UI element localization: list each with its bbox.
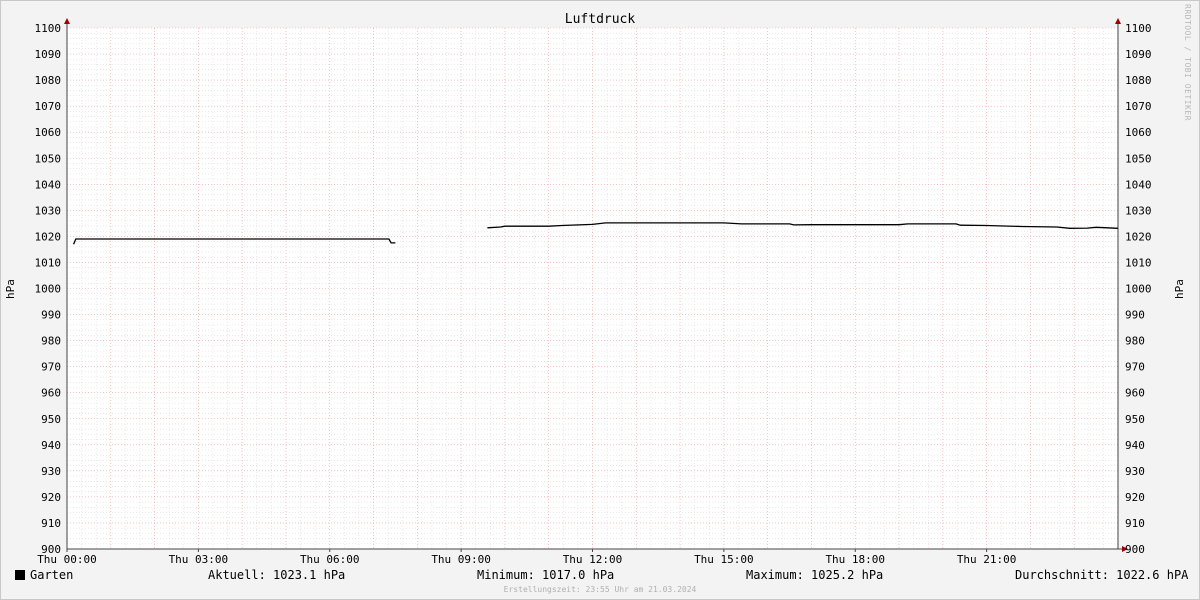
x-tick-label: Thu 15:00	[694, 553, 754, 566]
y-tick-labels-left: 9009109209309409509609709809901000101010…	[35, 22, 62, 556]
y-tick-label: 910	[1125, 517, 1145, 530]
x-tick-label: Thu 18:00	[825, 553, 885, 566]
y-tick-label: 1040	[35, 178, 62, 191]
y-tick-label: 950	[41, 413, 61, 426]
y-tick-label: 960	[41, 387, 61, 400]
y-tick-label: 1090	[1125, 48, 1152, 61]
y-tick-labels-right: 900 910 920 930 940 950 960 970 980 990 1000 1010 10…	[1125, 22, 1152, 556]
y-tick-label: 1060	[1125, 126, 1152, 139]
y-tick-label: 910	[41, 517, 61, 530]
y-tick-label: 1030	[1125, 204, 1152, 217]
y-tick-label: 1100	[35, 22, 62, 35]
x-tick-label: Thu 00:00	[37, 553, 97, 566]
legend-current: Aktuell: 1023.1 hPa	[208, 568, 346, 582]
legend-maximum: Maximum: 1025.2 hPa	[746, 568, 884, 582]
watermark: RRDTOOL / TOBI OETIKER	[1183, 4, 1192, 121]
y-axis-label-right: hPa	[1173, 279, 1186, 299]
y-tick-label: 940	[41, 439, 61, 452]
y-tick-label: 920	[1125, 491, 1145, 504]
y-axis-arrow-right	[1115, 18, 1121, 24]
y-tick-label: 1080	[35, 74, 62, 87]
x-tick-label: Thu 12:00	[563, 553, 623, 566]
y-tick-label: 1000	[35, 283, 62, 296]
y-tick-label: 1060	[35, 126, 62, 139]
y-tick-label: 970	[41, 361, 61, 374]
y-tick-label: 1050	[35, 152, 62, 165]
x-tick-label: Thu 21:00	[957, 553, 1017, 566]
y-axis-arrow-left	[64, 18, 70, 24]
legend-series-name: Garten	[30, 568, 74, 582]
x-tick-label: Thu 09:00	[431, 553, 491, 566]
legend-swatch	[15, 570, 25, 580]
y-tick-label: 1090	[35, 48, 62, 61]
y-tick-label: 1040	[1125, 178, 1152, 191]
y-tick-label: 1020	[35, 230, 62, 243]
y-tick-label: 1050	[1125, 152, 1152, 165]
y-tick-label: 980	[1125, 335, 1145, 348]
y-tick-label: 930	[1125, 465, 1145, 478]
y-tick-label: 960	[1125, 387, 1145, 400]
y-tick-label: 1030	[35, 204, 62, 217]
y-tick-label: 1100	[1125, 22, 1152, 35]
y-tick-label: 990	[1125, 309, 1145, 322]
y-tick-label: 1070	[1125, 100, 1152, 113]
pressure-chart: 900 910 920 930 940 950 960 970 980 990 1000 1010 10…	[4, 12, 1186, 566]
legend-minimum: Minimum: 1017.0 hPa	[477, 568, 615, 582]
y-tick-label: 940	[1125, 439, 1145, 452]
y-tick-label: 980	[41, 335, 61, 348]
y-tick-label: 1000	[1125, 283, 1152, 296]
x-tick-label: Thu 06:00	[300, 553, 360, 566]
y-tick-label: 1010	[35, 256, 62, 269]
y-tick-label: 900	[1125, 543, 1145, 556]
y-tick-label: 990	[41, 309, 61, 322]
y-tick-label: 1070	[35, 100, 62, 113]
footer-timestamp: Erstellungszeit: 23:55 Uhr am 21.03.2024	[503, 585, 697, 594]
y-tick-label: 1020	[1125, 230, 1152, 243]
y-tick-label: 1010	[1125, 256, 1152, 269]
y-tick-label: 950	[1125, 413, 1145, 426]
x-tick-label: Thu 03:00	[169, 553, 229, 566]
y-tick-label: 1080	[1125, 74, 1152, 87]
y-tick-label: 920	[41, 491, 61, 504]
chart-title: Luftdruck	[565, 12, 636, 27]
y-axis-label-left: hPa	[4, 279, 17, 299]
y-tick-label: 930	[41, 465, 61, 478]
y-tick-label: 970	[1125, 361, 1145, 374]
x-tick-labels: Thu 00:00 Thu 03:00 Thu 06:00 Thu 09:00 Thu …	[37, 553, 1016, 566]
legend-average: Durchschnitt: 1022.6 hPA	[1015, 568, 1189, 582]
